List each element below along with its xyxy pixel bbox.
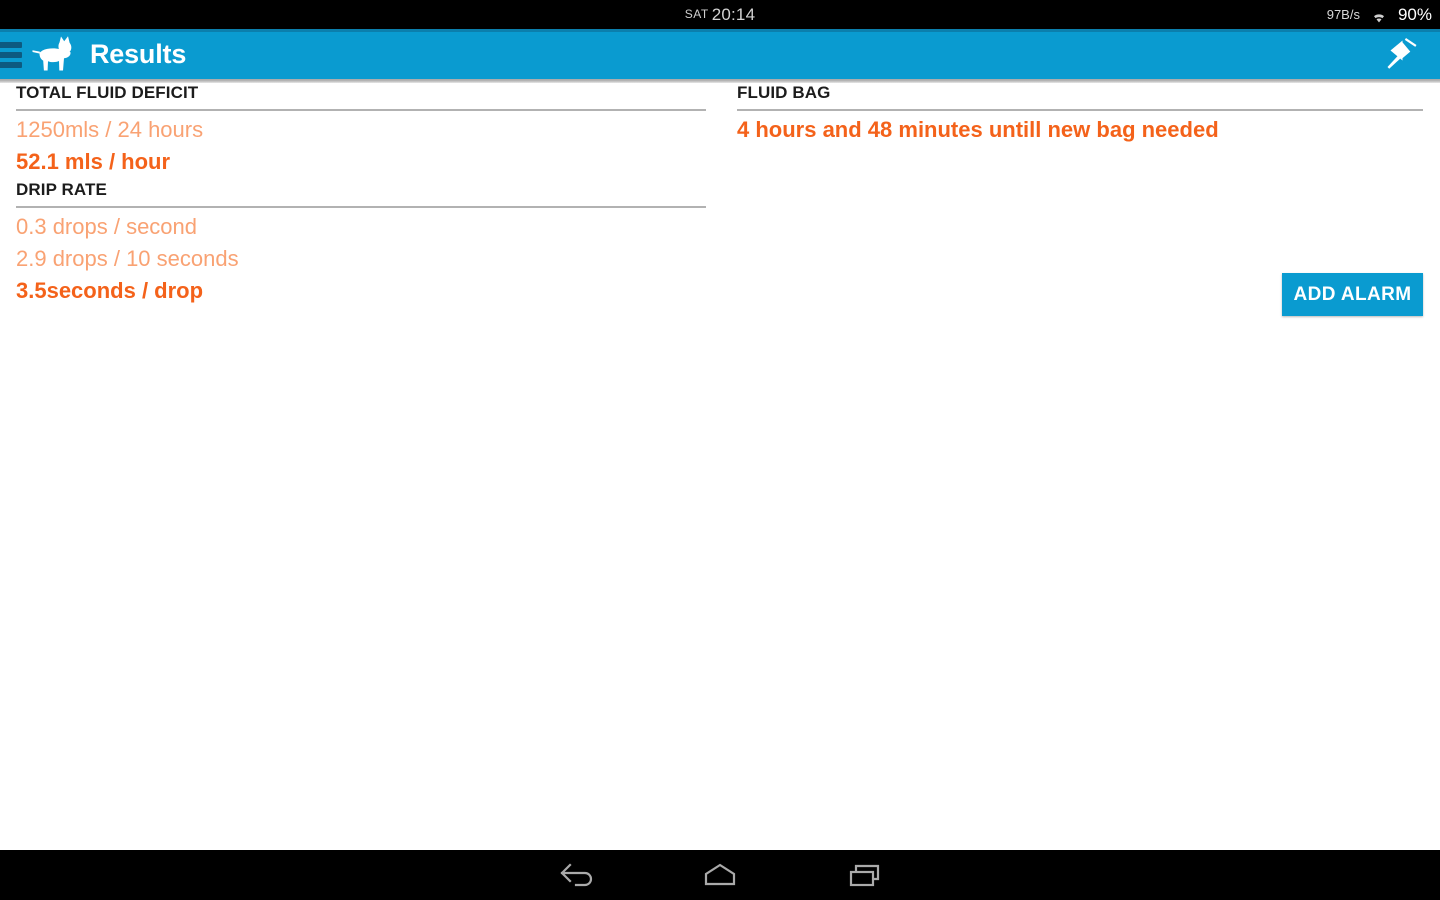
section-header-drip-rate: DRIP RATE [16, 180, 107, 199]
page-title: Results [90, 39, 187, 69]
status-clock: SAT 20:14 [0, 0, 1440, 29]
wifi-icon [1369, 8, 1389, 25]
home-glyph [704, 863, 736, 886]
fluid-bag-time-remaining-value: 4 hours and 48 minutes untill new bag ne… [737, 117, 1219, 142]
left-column: TOTAL FLUID DEFICIT 1250mls / 24 hours 5… [16, 83, 706, 307]
home-icon[interactable] [675, 850, 765, 900]
total-deficit-volume-value: 1250mls / 24 hours [16, 117, 204, 142]
section-drip-rate: DRIP RATE 0.3 drops / second 2.9 drops /… [16, 180, 706, 307]
hamburger-bar-1 [0, 42, 22, 48]
android-navigation-bar [0, 850, 1440, 900]
status-bar: SAT 20:14 97B/s 90% [0, 0, 1440, 29]
hamburger-bar-3 [0, 62, 22, 68]
section-header-fluid-bag: FLUID BAG [737, 83, 831, 102]
hamburger-bar-2 [0, 52, 22, 58]
section-fluid-bag: FLUID BAG 4 hours and 48 minutes untill … [737, 83, 1423, 146]
right-column: FLUID BAG 4 hours and 48 minutes untill … [737, 83, 1423, 316]
status-day-of-week: SAT [684, 7, 709, 21]
section-divider [16, 109, 706, 111]
network-speed-label: 97B/s [1326, 7, 1360, 22]
hamburger-menu-icon[interactable] [0, 42, 22, 68]
section-total-fluid-deficit: TOTAL FLUID DEFICIT 1250mls / 24 hours 5… [16, 83, 706, 178]
results-content: TOTAL FLUID DEFICIT 1250mls / 24 hours 5… [0, 83, 1440, 850]
total-deficit-rate-value: 52.1 mls / hour [16, 149, 171, 174]
status-bar-right-group: 97B/s 90% [1327, 0, 1432, 29]
status-time: 20:14 [711, 5, 756, 24]
section-divider [16, 206, 706, 208]
add-alarm-button[interactable]: ADD ALARM [1282, 273, 1423, 316]
app-bar [0, 29, 1440, 79]
dog-logo-icon [32, 36, 72, 71]
app-bar-top-strip [0, 29, 1440, 32]
section-divider [737, 109, 1423, 111]
back-arrow-glyph [560, 863, 593, 887]
drip-rate-per-second-value: 0.3 drops / second [16, 214, 198, 239]
drip-rate-seconds-per-drop-value: 3.5seconds / drop [16, 278, 204, 303]
recent-apps-glyph [849, 864, 880, 887]
recent-apps-icon[interactable] [820, 850, 910, 900]
drip-rate-per-ten-seconds-value: 2.9 drops / 10 seconds [16, 246, 239, 271]
battery-percentage-label: 90% [1397, 5, 1432, 24]
back-arrow-icon[interactable] [530, 850, 620, 900]
section-header-total-fluid-deficit: TOTAL FLUID DEFICIT [16, 83, 199, 102]
pushpin-icon[interactable] [1380, 34, 1424, 76]
